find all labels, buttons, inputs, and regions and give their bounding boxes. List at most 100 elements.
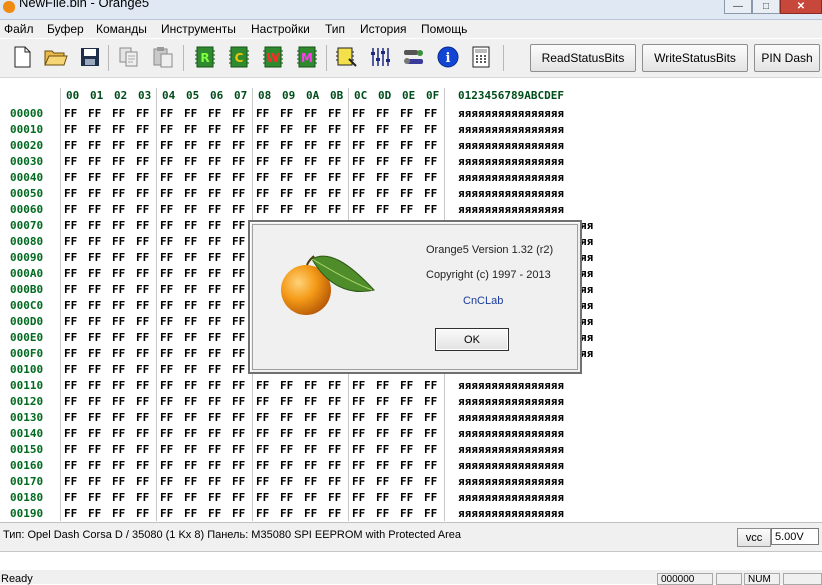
hex-byte[interactable]: FF xyxy=(88,299,101,312)
hex-byte[interactable]: FF xyxy=(160,475,173,488)
hex-byte[interactable]: FF xyxy=(88,235,101,248)
ascii-row[interactable]: яяяяяяяяяяяяяяяя xyxy=(458,123,564,136)
hex-byte[interactable]: FF xyxy=(208,331,221,344)
hex-byte[interactable]: FF xyxy=(232,347,245,360)
hex-byte[interactable]: FF xyxy=(184,203,197,216)
hex-byte[interactable]: FF xyxy=(304,187,317,200)
hex-byte[interactable]: FF xyxy=(184,459,197,472)
hex-byte[interactable]: FF xyxy=(88,107,101,120)
hex-byte[interactable]: FF xyxy=(352,171,365,184)
hex-byte[interactable]: FF xyxy=(112,155,125,168)
hex-byte[interactable]: FF xyxy=(112,123,125,136)
hex-byte[interactable]: FF xyxy=(112,411,125,424)
hex-byte[interactable]: FF xyxy=(136,299,149,312)
hex-byte[interactable]: FF xyxy=(88,427,101,440)
hex-byte[interactable]: FF xyxy=(208,475,221,488)
hex-byte[interactable]: FF xyxy=(400,427,413,440)
hex-byte[interactable]: FF xyxy=(376,459,389,472)
hex-byte[interactable]: FF xyxy=(208,443,221,456)
info-icon[interactable]: i xyxy=(436,45,460,69)
hex-byte[interactable]: FF xyxy=(160,443,173,456)
hex-byte[interactable]: FF xyxy=(304,203,317,216)
hex-byte[interactable]: FF xyxy=(256,507,269,520)
tools-icon[interactable] xyxy=(402,45,426,69)
hex-byte[interactable]: FF xyxy=(208,187,221,200)
hex-byte[interactable]: FF xyxy=(256,395,269,408)
hex-byte[interactable]: FF xyxy=(112,251,125,264)
hex-byte[interactable]: FF xyxy=(160,267,173,280)
hex-byte[interactable]: FF xyxy=(280,379,293,392)
hex-byte[interactable]: FF xyxy=(136,347,149,360)
hex-byte[interactable]: FF xyxy=(232,219,245,232)
hex-byte[interactable]: FF xyxy=(112,395,125,408)
hex-byte[interactable]: FF xyxy=(328,411,341,424)
hex-byte[interactable]: FF xyxy=(64,347,77,360)
hex-byte[interactable]: FF xyxy=(160,395,173,408)
hex-byte[interactable]: FF xyxy=(64,427,77,440)
hex-byte[interactable]: FF xyxy=(112,459,125,472)
hex-byte[interactable]: FF xyxy=(160,315,173,328)
hex-byte[interactable]: FF xyxy=(400,171,413,184)
hex-byte[interactable]: FF xyxy=(160,123,173,136)
menu-tools[interactable]: Инструменты xyxy=(161,22,236,36)
hex-byte[interactable]: FF xyxy=(64,395,77,408)
hex-byte[interactable]: FF xyxy=(424,491,437,504)
hex-byte[interactable]: FF xyxy=(112,363,125,376)
read-chip-icon[interactable]: R xyxy=(193,45,217,69)
hex-byte[interactable]: FF xyxy=(64,251,77,264)
hex-byte[interactable]: FF xyxy=(64,331,77,344)
hex-byte[interactable]: FF xyxy=(208,267,221,280)
hex-byte[interactable]: FF xyxy=(256,491,269,504)
hex-byte[interactable]: FF xyxy=(136,203,149,216)
hex-byte[interactable]: FF xyxy=(256,187,269,200)
hex-byte[interactable]: FF xyxy=(112,171,125,184)
hex-byte[interactable]: FF xyxy=(352,155,365,168)
hex-byte[interactable]: FF xyxy=(136,411,149,424)
hex-byte[interactable]: FF xyxy=(88,171,101,184)
hex-byte[interactable]: FF xyxy=(304,123,317,136)
dialog-company-link[interactable]: CnCLab xyxy=(463,295,503,307)
hex-byte[interactable]: FF xyxy=(88,283,101,296)
hex-byte[interactable]: FF xyxy=(112,507,125,520)
hex-byte[interactable]: FF xyxy=(352,443,365,456)
paste-icon[interactable] xyxy=(151,45,175,69)
hex-byte[interactable]: FF xyxy=(88,491,101,504)
pin-dash-button[interactable]: PIN Dash xyxy=(754,44,820,72)
hex-byte[interactable]: FF xyxy=(328,491,341,504)
hex-byte[interactable]: FF xyxy=(400,203,413,216)
adjust-icon[interactable] xyxy=(368,45,392,69)
hex-byte[interactable]: FF xyxy=(352,491,365,504)
hex-byte[interactable]: FF xyxy=(352,203,365,216)
hex-byte[interactable]: FF xyxy=(184,267,197,280)
hex-byte[interactable]: FF xyxy=(232,283,245,296)
ok-button[interactable]: OK xyxy=(435,328,509,351)
hex-byte[interactable]: FF xyxy=(328,443,341,456)
open-folder-icon[interactable] xyxy=(44,45,68,69)
hex-byte[interactable]: FF xyxy=(328,171,341,184)
hex-byte[interactable]: FF xyxy=(232,107,245,120)
hex-byte[interactable]: FF xyxy=(88,219,101,232)
hex-byte[interactable]: FF xyxy=(304,443,317,456)
hex-byte[interactable]: FF xyxy=(232,187,245,200)
hex-byte[interactable]: FF xyxy=(304,475,317,488)
hex-byte[interactable]: FF xyxy=(184,235,197,248)
hex-byte[interactable]: FF xyxy=(424,155,437,168)
hex-byte[interactable]: FF xyxy=(160,203,173,216)
hex-byte[interactable]: FF xyxy=(424,459,437,472)
hex-byte[interactable]: FF xyxy=(160,491,173,504)
hex-byte[interactable]: FF xyxy=(400,379,413,392)
hex-byte[interactable]: FF xyxy=(232,315,245,328)
hex-byte[interactable]: FF xyxy=(136,491,149,504)
ascii-row[interactable]: яяяяяяяяяяяяяяяя xyxy=(458,379,564,392)
hex-byte[interactable]: FF xyxy=(304,155,317,168)
hex-byte[interactable]: FF xyxy=(352,187,365,200)
hex-byte[interactable]: FF xyxy=(328,107,341,120)
hex-byte[interactable]: FF xyxy=(208,411,221,424)
hex-byte[interactable]: FF xyxy=(184,283,197,296)
hex-byte[interactable]: FF xyxy=(208,219,221,232)
hex-byte[interactable]: FF xyxy=(376,139,389,152)
hex-byte[interactable]: FF xyxy=(376,491,389,504)
hex-byte[interactable]: FF xyxy=(304,459,317,472)
hex-byte[interactable]: FF xyxy=(400,507,413,520)
hex-byte[interactable]: FF xyxy=(376,475,389,488)
